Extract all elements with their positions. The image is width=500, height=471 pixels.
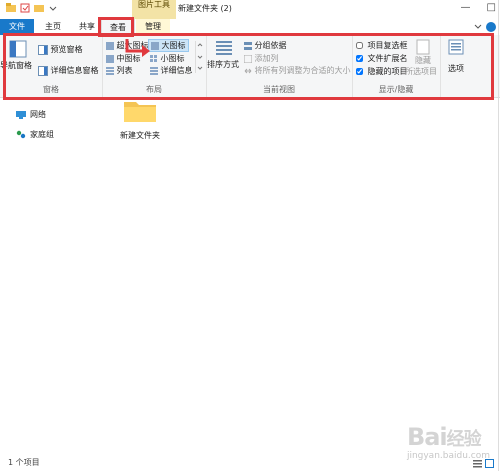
- group-panes: 导航窗格 预览窗格 详细信息窗格 窗格: [0, 35, 103, 97]
- size-all-columns-button[interactable]: 将所有列调整为合适的大小: [244, 65, 351, 76]
- details-pane-icon: [38, 65, 48, 76]
- tab-share[interactable]: 共享: [72, 19, 102, 35]
- preview-pane-icon: [38, 44, 48, 55]
- picture-tools-badge: 图片工具: [132, 0, 176, 20]
- list-label: 列表: [116, 66, 133, 75]
- add-columns-button[interactable]: 添加列: [244, 53, 279, 64]
- nav-item-homegroup[interactable]: 家庭组: [16, 129, 54, 140]
- group-options: 选项: [440, 35, 470, 97]
- ribbon-tabs: 文件 主页 共享 查看 管理: [0, 19, 500, 36]
- layout-gallery-scroll[interactable]: [195, 41, 204, 73]
- options-icon: [448, 39, 464, 55]
- title-bar: 图片工具 新建文件夹 (2) — □: [0, 0, 500, 20]
- details-pane-button[interactable]: 详细信息窗格: [38, 65, 99, 76]
- hide-selected-label: 隐藏: [415, 56, 431, 65]
- details-icon: [150, 66, 158, 75]
- new-folder-icon[interactable]: [34, 3, 44, 13]
- maximize-button[interactable]: □: [487, 2, 496, 13]
- ribbon: 导航窗格 预览窗格 详细信息窗格 窗格 超大图标 大图标 中图标 小图标 列表 …: [0, 35, 500, 98]
- extra-large-icons-icon: [106, 41, 114, 50]
- large-icons-label: 大图标: [161, 41, 186, 50]
- group-by-button[interactable]: 分组依据: [244, 40, 287, 51]
- sort-by-button[interactable]: 排序方式: [207, 39, 239, 70]
- tab-home[interactable]: 主页: [38, 19, 68, 35]
- quick-access-toolbar: [6, 3, 58, 13]
- small-icons-label: 小图标: [160, 54, 185, 63]
- group-show-hide-label: 显示/隐藏: [378, 85, 414, 94]
- layout-large-icons[interactable]: 大图标: [148, 39, 189, 52]
- qat-dropdown-icon[interactable]: [48, 3, 58, 13]
- window-title: 新建文件夹 (2): [178, 4, 232, 13]
- nav-item-network[interactable]: 网络: [16, 109, 46, 120]
- window-right-edge: [498, 0, 499, 471]
- network-icon: [16, 111, 26, 119]
- preview-pane-label: 预览窗格: [50, 45, 83, 54]
- app-icon: [6, 3, 16, 13]
- nav-network-label: 网络: [30, 110, 46, 119]
- folder-icon: [124, 102, 156, 122]
- hide-selected-items-button[interactable]: 隐藏 所选项目: [405, 39, 438, 77]
- red-arrow-icon: [125, 39, 150, 57]
- hidden-items-checkbox[interactable]: [356, 68, 363, 75]
- tab-file[interactable]: 文件: [0, 19, 34, 35]
- tab-view[interactable]: 查看: [101, 19, 135, 36]
- properties-icon[interactable]: [20, 3, 30, 13]
- tab-manage[interactable]: 管理: [136, 19, 170, 35]
- ribbon-collapse-icon[interactable]: [474, 22, 482, 32]
- navigation-pane-button[interactable]: 导航窗格: [0, 40, 32, 71]
- baidu-watermark: Bai经验 jingyan.baidu.com: [407, 423, 490, 461]
- minimize-button[interactable]: —: [461, 2, 471, 13]
- navigation-pane-icon: [9, 40, 27, 58]
- add-columns-label: 添加列: [254, 54, 279, 63]
- layout-details[interactable]: 详细信息: [150, 65, 193, 76]
- group-current-view: 排序方式 分组依据 添加列 将所有列调整为合适的大小 当前视图: [206, 35, 353, 97]
- item-checkboxes-toggle[interactable]: 项目复选框: [356, 40, 408, 51]
- group-by-icon: [244, 41, 252, 50]
- file-extensions-toggle[interactable]: 文件扩展名: [356, 53, 408, 64]
- group-by-label: 分组依据: [254, 41, 287, 50]
- hide-selected-icon: [416, 39, 430, 55]
- layout-small-icons[interactable]: 小图标: [150, 53, 185, 64]
- watermark-text: Bai: [406, 423, 448, 451]
- options-button[interactable]: 选项: [446, 39, 466, 74]
- group-panes-label: 窗格: [43, 85, 59, 94]
- sort-by-icon: [216, 41, 232, 55]
- watermark-text-2: 经验: [446, 429, 482, 450]
- group-layout-label: 布局: [146, 85, 162, 94]
- file-extensions-checkbox[interactable]: [356, 55, 363, 62]
- help-icon[interactable]: [486, 22, 496, 32]
- folder-name-label: 新建文件夹: [120, 131, 160, 140]
- list-icon: [106, 66, 114, 75]
- homegroup-icon: [16, 130, 26, 139]
- size-all-columns-label: 将所有列调整为合适的大小: [254, 66, 351, 75]
- status-item-count: 1 个项目: [8, 458, 40, 467]
- group-current-view-label: 当前视图: [263, 85, 295, 94]
- size-columns-icon: [244, 68, 252, 73]
- medium-icons-icon: [106, 54, 114, 63]
- sort-by-label: 排序方式: [207, 60, 239, 69]
- nav-homegroup-label: 家庭组: [30, 130, 54, 139]
- window-controls: — □: [461, 2, 496, 13]
- options-label: 选项: [448, 64, 464, 73]
- group-layout: 超大图标 大图标 中图标 小图标 列表 详细信息 布局: [102, 35, 207, 97]
- navigation-pane-label: 导航窗格: [0, 61, 32, 70]
- hide-selected-label-2: 所选项目: [405, 67, 437, 76]
- folder-item[interactable]: 新建文件夹: [110, 98, 170, 141]
- hidden-items-toggle[interactable]: 隐藏的项目: [356, 66, 408, 77]
- layout-list[interactable]: 列表: [106, 65, 133, 76]
- file-extensions-label: 文件扩展名: [367, 54, 408, 63]
- item-checkboxes-checkbox[interactable]: [356, 42, 363, 49]
- details-label: 详细信息: [160, 66, 193, 75]
- group-show-hide: 项目复选框 文件扩展名 隐藏的项目 隐藏 所选项目 显示/隐藏: [352, 35, 441, 97]
- preview-pane-button[interactable]: 预览窗格: [38, 44, 83, 55]
- hidden-items-label: 隐藏的项目: [367, 67, 408, 76]
- watermark-sub: jingyan.baidu.com: [406, 451, 490, 461]
- item-checkboxes-label: 项目复选框: [367, 41, 408, 50]
- add-columns-icon: [244, 54, 252, 63]
- details-pane-label: 详细信息窗格: [50, 66, 99, 75]
